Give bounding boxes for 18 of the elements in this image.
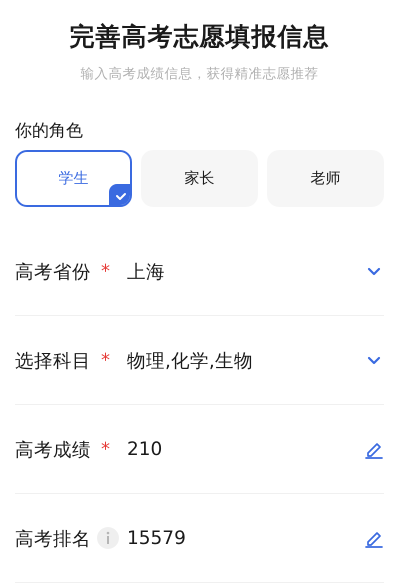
field-label: 高考成绩 (15, 438, 91, 462)
field-label: 选择科目 (15, 350, 91, 372)
required-mark: * (101, 260, 111, 282)
required-mark: * (101, 350, 111, 370)
check-icon (109, 184, 130, 205)
role-label: 你的角色 (15, 120, 84, 142)
field-label: 高考排名 (15, 528, 91, 550)
subtitle: 输入高考成绩信息，获得精准志愿推荐 (80, 65, 320, 83)
role-option[interactable]: 老师 (267, 150, 384, 207)
page-title: 完善高考志愿填报信息 (68, 21, 330, 53)
role-option[interactable]: 学生 (15, 150, 132, 207)
field-value[interactable]: 15579 (127, 528, 364, 548)
field-value[interactable]: 物理,化学,生物 (127, 348, 364, 372)
role-option[interactable]: 家长 (141, 150, 258, 207)
field-value[interactable]: 上海 (127, 258, 364, 284)
field-label: 高考省份 (15, 260, 91, 284)
field-value[interactable]: 210 (127, 438, 364, 460)
required-mark: * (101, 438, 111, 460)
